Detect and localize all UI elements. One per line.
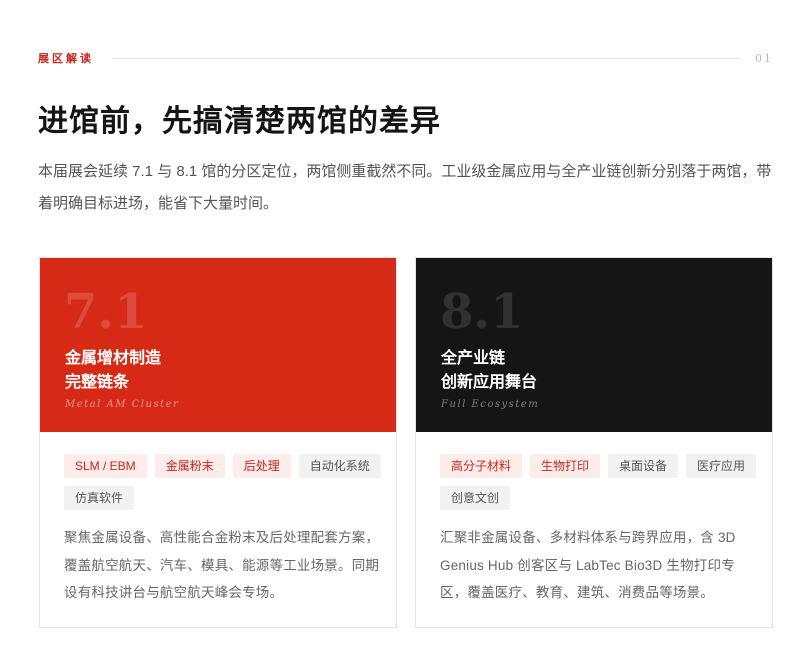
- tag: 桌面设备: [608, 454, 679, 478]
- hall-title-line1: 金属增材制造: [65, 348, 162, 367]
- tag: 后处理: [232, 454, 291, 478]
- hall-number: 7.1: [64, 284, 148, 340]
- hall-title-line1: 全产业链: [441, 348, 506, 367]
- tag-list: 高分子材料 生物打印 桌面设备 医疗应用 创意文创: [440, 454, 760, 510]
- hall-description: 汇聚非金属设备、多材料体系与跨界应用，含 3D Genius Hub 创客区与 …: [440, 530, 736, 600]
- section-number: 01: [755, 51, 773, 65]
- hall-number: 8.1: [440, 284, 524, 340]
- tag-list: SLM / EBM 金属粉末 后处理 自动化系统 仿真软件: [64, 454, 384, 510]
- hall-card-header: 7.1 金属增材制造 完整链条 Metal AM Cluster: [40, 258, 396, 432]
- hall-title: 全产业链 创新应用舞台: [441, 346, 537, 394]
- section-header: 展区解读 01: [38, 50, 773, 66]
- hall-card-7-1: 7.1 金属增材制造 完整链条 Metal AM Cluster SLM / E…: [39, 257, 397, 628]
- hall-title-line2: 创新应用舞台: [441, 372, 538, 391]
- tag: 高分子材料: [440, 454, 523, 478]
- section-label: 展区解读: [38, 53, 94, 65]
- hall-card-8-1: 8.1 全产业链 创新应用舞台 Full Ecosystem 高分子材料 生物打…: [415, 257, 773, 628]
- intro-paragraph: 本届展会延续 7.1 与 8.1 馆的分区定位，两馆侧重截然不同。工业级金属应用…: [38, 163, 772, 212]
- tag: SLM / EBM: [64, 454, 147, 478]
- hall-subtitle-en: Full Ecosystem: [441, 399, 540, 410]
- tag: 创意文创: [440, 486, 511, 510]
- section-divider: [112, 57, 741, 59]
- hall-card-header: 8.1 全产业链 创新应用舞台 Full Ecosystem: [416, 258, 772, 432]
- tag: 医疗应用: [686, 454, 757, 478]
- hall-title-line2: 完整链条: [65, 372, 130, 391]
- tag: 金属粉末: [154, 454, 225, 478]
- tag: 仿真软件: [64, 486, 135, 510]
- tag: 生物打印: [530, 454, 601, 478]
- hall-subtitle-en: Metal AM Cluster: [65, 399, 180, 410]
- tag: 自动化系统: [298, 454, 381, 478]
- hall-title: 金属增材制造 完整链条: [65, 346, 161, 394]
- hall-description: 聚焦金属设备、高性能合金粉末及后处理配套方案，覆盖航空航天、汽车、模具、能源等工…: [64, 530, 380, 600]
- page-title: 进馆前，先搞清楚两馆的差异: [38, 104, 441, 139]
